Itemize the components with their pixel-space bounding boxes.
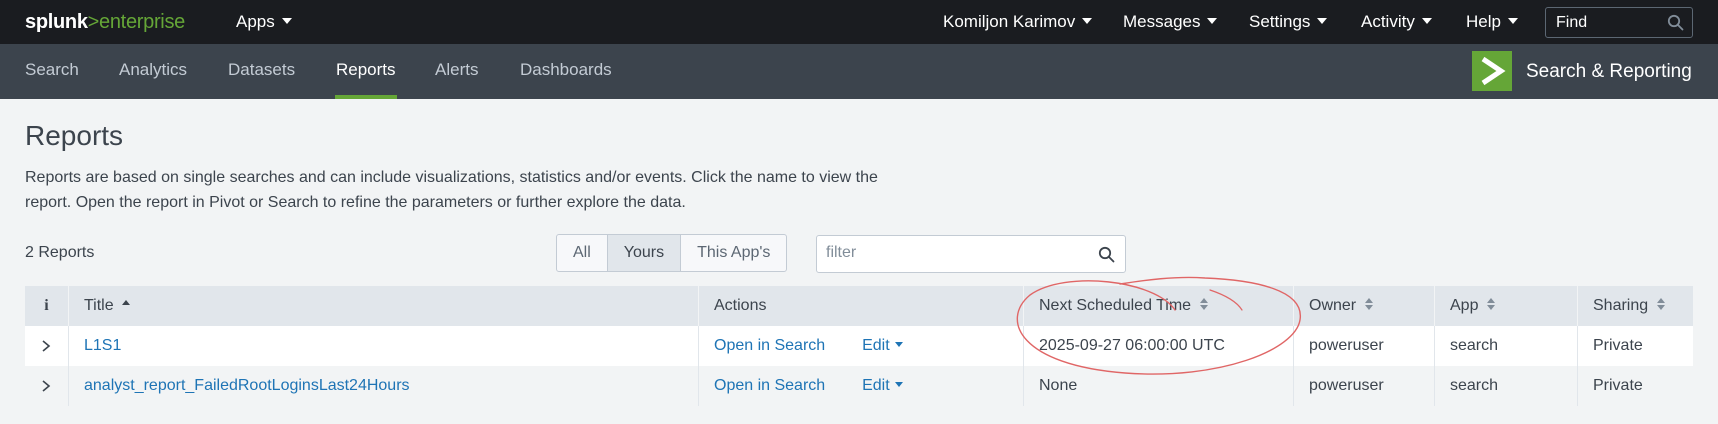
app-title[interactable]: Search & Reporting: [1526, 44, 1692, 99]
help-menu[interactable]: Help: [1466, 0, 1518, 44]
ownership-filter-toggle: All Yours This App's: [556, 234, 788, 272]
messages-menu[interactable]: Messages: [1123, 0, 1218, 44]
next-scheduled-header-label: Next Scheduled Time: [1039, 297, 1192, 314]
messages-menu-label: Messages: [1123, 12, 1201, 31]
owner-cell: poweruser: [1293, 366, 1434, 406]
owner-header-label: Owner: [1309, 297, 1357, 314]
tab-alerts[interactable]: Alerts: [435, 44, 478, 99]
app-cell: search: [1434, 366, 1577, 406]
activity-menu[interactable]: Activity: [1361, 0, 1432, 44]
info-column-header: i: [44, 297, 49, 314]
table-header-row: i Title Actions Next Scheduled Time Owne…: [25, 286, 1693, 326]
report-count: 2 Reports: [25, 244, 95, 261]
open-in-search-link[interactable]: Open in Search: [714, 337, 825, 354]
app-logo-icon[interactable]: [1472, 51, 1512, 91]
sort-ascending-icon: [121, 300, 130, 306]
app-cell: search: [1434, 326, 1577, 366]
chevron-right-icon: [41, 380, 50, 392]
title-column-header[interactable]: Title: [68, 286, 698, 326]
sharing-cell: Private: [1577, 366, 1693, 406]
splunk-logo[interactable]: splunk>enterprise: [25, 10, 185, 34]
report-title-link[interactable]: analyst_report_FailedRootLoginsLast24Hou…: [84, 377, 410, 394]
chevron-down-icon: [1507, 18, 1518, 24]
filter-this-app-button[interactable]: This App's: [681, 235, 786, 271]
owner-column-header[interactable]: Owner: [1293, 286, 1434, 326]
next-scheduled-cell: 2025-09-27 06:00:00 UTC: [1023, 326, 1293, 366]
expand-row-button[interactable]: [25, 366, 66, 406]
chevron-down-icon: [1317, 18, 1328, 24]
open-in-search-link[interactable]: Open in Search: [714, 377, 825, 394]
find-field[interactable]: [1545, 7, 1693, 38]
settings-menu[interactable]: Settings: [1249, 0, 1328, 44]
settings-menu-label: Settings: [1249, 12, 1311, 31]
reports-table: i Title Actions Next Scheduled Time Owne…: [25, 286, 1693, 406]
apps-menu-label: Apps: [236, 12, 275, 31]
page-title: Reports: [25, 120, 124, 151]
actions-cell: Open in Search Edit: [698, 326, 1023, 366]
chevron-down-icon: [1421, 18, 1432, 24]
app-navigation-bar: Search Analytics Datasets Reports Alerts…: [0, 44, 1718, 99]
tab-datasets[interactable]: Datasets: [228, 44, 295, 99]
search-icon[interactable]: [1098, 246, 1115, 268]
edit-menu[interactable]: Edit: [862, 377, 903, 394]
sharing-cell: Private: [1577, 326, 1693, 366]
app-header-label: App: [1450, 297, 1479, 314]
next-scheduled-column-header[interactable]: Next Scheduled Time: [1023, 286, 1293, 326]
title-header-label: Title: [84, 297, 114, 314]
report-title-cell: analyst_report_FailedRootLoginsLast24Hou…: [68, 366, 698, 406]
actions-column-header: Actions: [698, 286, 1023, 326]
edit-label: Edit: [862, 377, 890, 394]
chevron-right-icon: [41, 340, 50, 352]
edit-label: Edit: [862, 337, 890, 354]
filter-field[interactable]: [816, 235, 1126, 273]
sort-icon: [1365, 297, 1374, 310]
chevron-down-icon: [894, 382, 903, 388]
sort-icon: [1200, 297, 1209, 310]
sharing-column-header[interactable]: Sharing: [1577, 286, 1693, 326]
tab-analytics[interactable]: Analytics: [119, 44, 187, 99]
user-menu[interactable]: Komiljon Karimov: [943, 0, 1093, 44]
next-scheduled-cell: None: [1023, 366, 1293, 406]
report-title-link[interactable]: L1S1: [84, 337, 121, 354]
report-title-cell: L1S1: [68, 326, 698, 366]
edit-menu[interactable]: Edit: [862, 337, 903, 354]
filter-input[interactable]: [826, 244, 1076, 262]
page-description: Reports are based on single searches and…: [25, 169, 878, 211]
help-menu-label: Help: [1466, 12, 1501, 31]
filter-yours-button[interactable]: Yours: [607, 235, 682, 271]
chevron-down-icon: [1082, 18, 1093, 24]
tab-dashboards[interactable]: Dashboards: [520, 44, 612, 99]
tab-reports[interactable]: Reports: [335, 44, 397, 99]
find-input[interactable]: [1556, 13, 1666, 32]
brand-secondary: >enterprise: [87, 11, 186, 33]
sort-icon: [1487, 297, 1496, 310]
filter-all-button[interactable]: All: [557, 235, 608, 271]
user-menu-label: Komiljon Karimov: [943, 12, 1076, 31]
chevron-down-icon: [1207, 18, 1218, 24]
tab-search[interactable]: Search: [25, 44, 79, 99]
table-row: analyst_report_FailedRootLoginsLast24Hou…: [25, 366, 1693, 406]
chevron-down-icon: [894, 342, 903, 348]
sort-icon: [1657, 297, 1666, 310]
chevron-down-icon: [281, 18, 292, 24]
sharing-header-label: Sharing: [1593, 297, 1649, 314]
activity-menu-label: Activity: [1361, 12, 1415, 31]
owner-cell: poweruser: [1293, 326, 1434, 366]
actions-cell: Open in Search Edit: [698, 366, 1023, 406]
app-column-header[interactable]: App: [1434, 286, 1577, 326]
brand-primary: splunk: [25, 11, 88, 33]
table-row: L1S1 Open in Search Edit 2025-09-27 06:0…: [25, 326, 1693, 366]
expand-row-button[interactable]: [25, 326, 66, 366]
search-icon[interactable]: [1667, 14, 1684, 36]
top-navigation-bar: splunk>enterprise Apps Komiljon Karimov …: [0, 0, 1718, 44]
apps-menu[interactable]: Apps: [236, 0, 292, 44]
